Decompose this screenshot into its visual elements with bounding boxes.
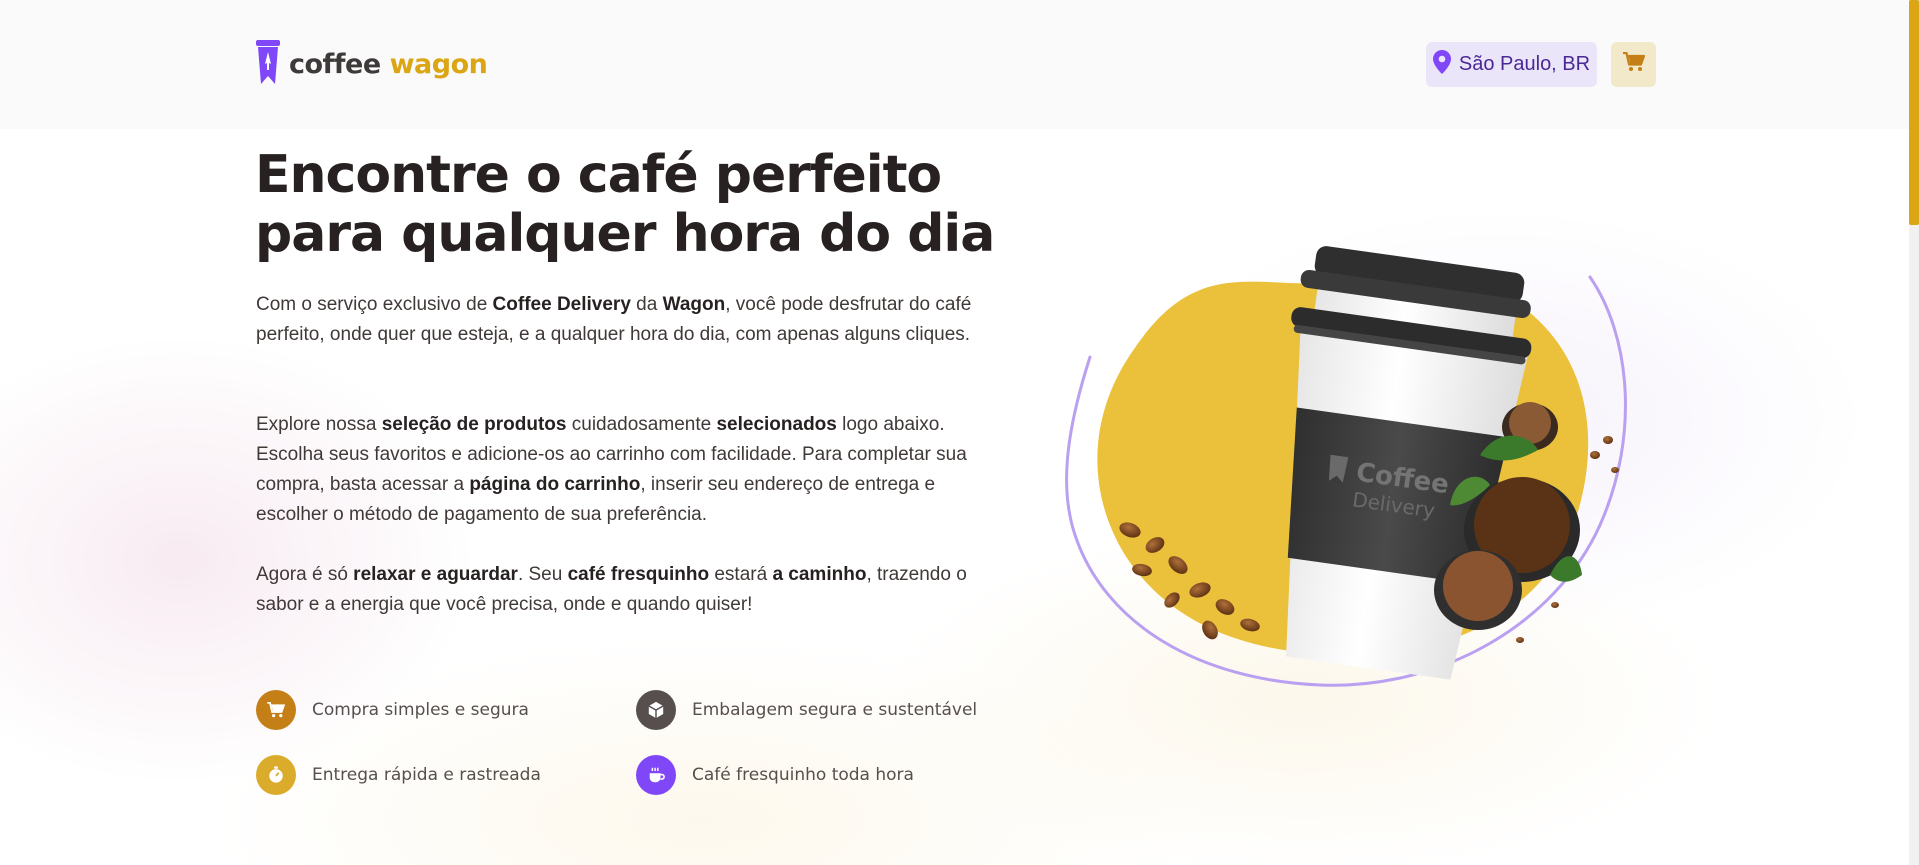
scrollbar-track[interactable] [1909,0,1919,865]
shopping-cart-icon [1622,51,1645,77]
coffee-cup-rocket-icon [255,38,281,91]
coffee-icon [636,755,676,795]
logo-word-wagon: wagon [389,49,488,80]
feature-fresh-coffee: Café fresquinho toda hora [636,755,914,795]
cart-button[interactable] [1611,42,1656,87]
package-icon [636,690,676,730]
feature-label: Embalagem segura e sustentável [692,700,978,720]
feature-safe-packaging: Embalagem segura e sustentável [636,690,977,730]
shopping-cart-icon [256,690,296,730]
hero-paragraph-3: Agora é só relaxar e aguardar. Seu café … [256,564,967,615]
hero-paragraph-1: Com o serviço exclusivo de Coffee Delive… [256,294,972,345]
feature-fast-delivery: Entrega rápida e rastreada [256,755,541,795]
feature-label: Entrega rápida e rastreada [312,765,541,785]
feature-label: Café fresquinho toda hora [692,765,914,785]
location-label: São Paulo, BR [1458,53,1591,75]
logo[interactable]: coffee wagon [255,38,488,91]
feature-simple-purchase: Compra simples e segura [256,690,529,730]
hero-paragraph-2: Explore nossa seleção de produtos cuidad… [256,414,967,525]
scrollbar-thumb[interactable] [1909,0,1919,225]
site-header: coffee wagon São Paulo, BR [0,0,1909,129]
hero-title: Encontre o café perfeito para qualquer ho… [255,146,1015,264]
map-pin-icon [1432,49,1451,80]
feature-label: Compra simples e segura [312,700,529,720]
hero-image: Coffee Delivery [1065,246,1627,687]
hero-title-line-1: Encontre o café perfeito [255,145,942,205]
hero-title-line-2: para qualquer hora do dia [255,204,995,264]
logo-text: coffee wagon [289,49,488,80]
logo-word-coffee: coffee [289,49,381,80]
timer-icon [256,755,296,795]
location-button[interactable]: São Paulo, BR [1426,42,1597,87]
